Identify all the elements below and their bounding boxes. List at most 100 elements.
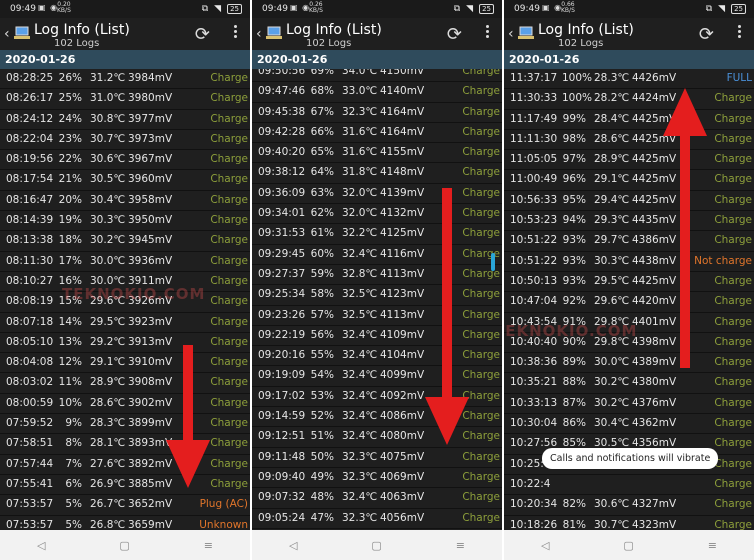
- log-time: 09:09:40: [258, 470, 306, 483]
- log-row[interactable]: 09:07:32 48% 32.4℃ 4063mV Charge: [252, 488, 502, 509]
- log-row[interactable]: 10:35:21 88% 30.2℃ 4380mV Charge: [504, 373, 754, 394]
- back-nav-icon[interactable]: ◁: [289, 539, 297, 552]
- battery-level: 26%: [58, 72, 82, 84]
- voltage: 4376mV: [632, 396, 677, 409]
- log-list[interactable]: 11:37:17 100% 28.3℃ 4426mV FULL 11:30:33 100% 2…: [504, 69, 754, 557]
- charge-status: Charge: [462, 85, 500, 98]
- log-row[interactable]: 11:30:33 100% 28.2℃ 4424mV Charge: [504, 89, 754, 110]
- temperature: 31.2℃: [90, 72, 126, 84]
- log-row[interactable]: 11:00:49 96% 29.1℃ 4425mV Charge: [504, 170, 754, 191]
- log-row[interactable]: 10:22:4 Charge: [504, 475, 754, 496]
- log-row[interactable]: 10:51:22 93% 29.7℃ 4386mV Charge: [504, 231, 754, 252]
- refresh-icon[interactable]: ⟳: [195, 24, 210, 45]
- log-row[interactable]: 10:33:13 87% 30.2℃ 4376mV Charge: [504, 394, 754, 415]
- refresh-icon[interactable]: ⟳: [447, 24, 462, 45]
- back-nav-icon[interactable]: ◁: [541, 539, 549, 552]
- charge-status: Charge: [210, 153, 248, 166]
- log-row[interactable]: 08:13:38 18% 30.2℃ 3945mV Charge: [0, 231, 250, 252]
- home-nav-icon[interactable]: ▢: [623, 539, 633, 552]
- log-row[interactable]: 11:37:17 100% 28.3℃ 4426mV FULL: [504, 69, 754, 90]
- log-time: 10:56:33: [510, 193, 558, 206]
- wifi-icon: ◥: [466, 4, 474, 14]
- charge-status: Plug (AC): [199, 498, 248, 511]
- arrow-left-icon[interactable]: ‹: [4, 26, 10, 42]
- log-row[interactable]: 10:30:04 86% 30.4℃ 4362mV Charge: [504, 414, 754, 435]
- battery-level: 22%: [58, 153, 82, 166]
- log-time: 09:34:01: [258, 207, 306, 220]
- arrow-left-icon[interactable]: ‹: [256, 26, 262, 42]
- more-vert-icon[interactable]: [738, 23, 742, 40]
- battery-level: 50%: [310, 450, 334, 463]
- log-row[interactable]: 08:14:39 19% 30.3℃ 3950mV Charge: [0, 211, 250, 232]
- log-time: 09:14:59: [258, 410, 306, 423]
- home-nav-icon[interactable]: ▢: [119, 539, 129, 552]
- log-row[interactable]: 08:24:12 24% 30.8℃ 3977mV Charge: [0, 110, 250, 130]
- refresh-icon[interactable]: ⟳: [699, 24, 714, 45]
- temperature: 31.8℃: [342, 166, 378, 179]
- battery-level: 65%: [310, 146, 334, 159]
- scrollbar-thumb[interactable]: [491, 253, 495, 271]
- recents-nav-icon[interactable]: ≡: [204, 539, 213, 552]
- voltage: 4148mV: [380, 166, 425, 179]
- battery-level: 5%: [65, 498, 82, 511]
- log-row[interactable]: 08:26:17 25% 31.0℃ 3980mV Charge: [0, 89, 250, 110]
- voltage: 4380mV: [632, 376, 677, 389]
- log-row[interactable]: 10:53:23 94% 29.3℃ 4435mV Charge: [504, 211, 754, 232]
- temperature: 29.2℃: [90, 335, 126, 348]
- log-time: 10:53:23: [510, 214, 558, 227]
- log-row[interactable]: 07:53:57 5% 26.7℃ 3652mV Plug (AC): [0, 495, 250, 516]
- log-row[interactable]: 08:19:56 22% 30.6℃ 3967mV Charge: [0, 150, 250, 171]
- temperature: 29.7℃: [594, 234, 630, 247]
- log-row[interactable]: 08:17:54 21% 30.5℃ 3960mV Charge: [0, 170, 250, 191]
- battery-level: 7%: [65, 457, 82, 470]
- log-row[interactable]: 09:11:48 50% 32.3℃ 4075mV Charge: [252, 448, 502, 468]
- log-row[interactable]: 10:51:22 93% 30.3℃ 4438mV Not charge: [504, 252, 754, 272]
- temperature: 29.1℃: [90, 356, 126, 369]
- log-row[interactable]: 08:22:04 23% 30.7℃ 3973mV Charge: [0, 130, 250, 151]
- log-row[interactable]: 10:47:04 92% 29.6℃ 4420mV Charge: [504, 292, 754, 313]
- log-row[interactable]: 09:05:24 47% 32.3℃ 4056mV Charge: [252, 509, 502, 529]
- log-row[interactable]: 09:42:28 66% 31.6℃ 4164mV Charge: [252, 123, 502, 144]
- log-row[interactable]: 11:05:05 97% 28.9℃ 4425mV Charge: [504, 150, 754, 171]
- battery-level: 93%: [562, 234, 586, 247]
- log-time: 08:00:59: [6, 396, 54, 409]
- log-row[interactable]: 11:17:49 99% 28.4℃ 4425mV Charge: [504, 110, 754, 130]
- log-row[interactable]: 09:40:20 65% 31.6℃ 4155mV Charge: [252, 143, 502, 164]
- status-right-icons: ⧉ ◥ 25: [202, 4, 242, 14]
- temperature: 32.4℃: [342, 369, 378, 382]
- log-row[interactable]: 09:38:12 64% 31.8℃ 4148mV Charge: [252, 163, 502, 184]
- battery-level: 66%: [310, 125, 334, 138]
- battery-level: 47%: [310, 511, 334, 524]
- arrow-left-icon[interactable]: ‹: [508, 26, 514, 42]
- recents-nav-icon[interactable]: ≡: [456, 539, 465, 552]
- more-vert-icon[interactable]: [486, 23, 490, 40]
- log-row[interactable]: 10:56:33 95% 29.4℃ 4425mV Charge: [504, 191, 754, 212]
- temperature: 30.6℃: [594, 498, 630, 511]
- log-row[interactable]: 08:28:25 26% 31.2℃ 3984mV Charge: [0, 69, 250, 90]
- temperature: 29.3℃: [594, 214, 630, 227]
- log-row[interactable]: 09:09:40 49% 32.3℃ 4069mV Charge: [252, 468, 502, 489]
- page-title: Log Info (List): [34, 22, 130, 38]
- log-row[interactable]: 10:20:34 82% 30.6℃ 4327mV Charge: [504, 495, 754, 516]
- log-row[interactable]: 10:38:36 89% 30.0℃ 4389mV Charge: [504, 353, 754, 374]
- page-subtitle: 102 Logs: [558, 38, 604, 49]
- more-vert-icon[interactable]: [234, 23, 238, 40]
- battery-level: 10%: [58, 396, 82, 409]
- log-row[interactable]: 08:16:47 20% 30.4℃ 3958mV Charge: [0, 191, 250, 212]
- log-row[interactable]: 09:47:46 68% 33.0℃ 4140mV Charge: [252, 82, 502, 103]
- log-row[interactable]: 08:07:18 14% 29.5℃ 3923mV Charge: [0, 313, 250, 333]
- log-time: 10:50:13: [510, 274, 558, 287]
- temperature: 32.2℃: [342, 227, 378, 240]
- recents-nav-icon[interactable]: ≡: [708, 539, 717, 552]
- charge-status: Charge: [462, 166, 500, 179]
- home-nav-icon[interactable]: ▢: [371, 539, 381, 552]
- temperature: 29.5℃: [594, 274, 630, 287]
- voltage: 3977mV: [128, 112, 173, 125]
- log-row[interactable]: 10:50:13 93% 29.5℃ 4425mV Charge: [504, 272, 754, 293]
- temperature: 28.9℃: [594, 153, 630, 166]
- log-row[interactable]: 08:11:30 17% 30.0℃ 3936mV Charge: [0, 252, 250, 272]
- log-row[interactable]: 09:45:38 67% 32.3℃ 4164mV Charge: [252, 103, 502, 123]
- back-nav-icon[interactable]: ◁: [37, 539, 45, 552]
- battery-level: 53%: [310, 389, 334, 402]
- log-row[interactable]: 11:11:30 98% 28.6℃ 4425mV Charge: [504, 130, 754, 151]
